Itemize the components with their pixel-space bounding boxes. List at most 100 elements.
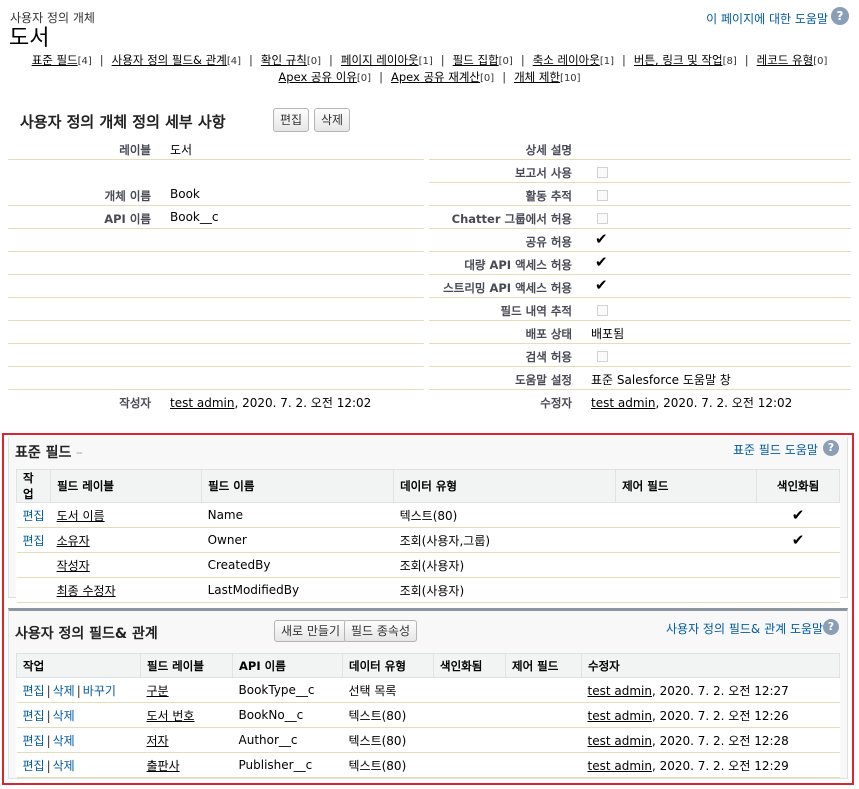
control-field-cell (615, 577, 757, 603)
quick-link-count: [1] (418, 56, 433, 67)
field-label-link[interactable]: 구분 (147, 684, 169, 698)
field-label-link[interactable]: 출판사 (147, 759, 180, 773)
field-label-cell: 구분 (140, 677, 233, 703)
col-indexed: 색인화됨 (756, 469, 840, 503)
edit-link[interactable]: 편집 (23, 684, 45, 698)
delete-link[interactable]: 삭제 (53, 684, 75, 698)
edit-link[interactable]: 편집 (23, 534, 45, 548)
edit-link[interactable]: 편집 (23, 759, 45, 773)
field-label-cell: 소유자 (50, 527, 202, 553)
quick-link-count: [8] (722, 56, 737, 67)
modified-by-user-link[interactable]: test admin (588, 709, 652, 723)
modified-by-value: test admin, 2020. 7. 2. 오전 12:02 (591, 394, 792, 411)
quick-link-count: [1] (599, 56, 615, 67)
table-row: 편집 | 삭제 도서 번호 BookNo__c 텍스트(80) test admin, 20… (16, 702, 840, 728)
quick-link[interactable]: 사용자 정의 필드& 관계 (112, 53, 227, 67)
field-label-cell: 도서 이름 (50, 502, 202, 528)
bulk-api-check-icon: ✔ (595, 253, 608, 271)
api-name-cell: Publisher__c (232, 752, 343, 778)
replace-link[interactable]: 바꾸기 (83, 684, 116, 698)
field-label-link[interactable]: 최종 수정자 (57, 584, 116, 598)
field-history-checkbox (597, 305, 608, 316)
table-row: 편집 | 삭제 출판사 Publisher__c 텍스트(80) test admin, 2… (16, 752, 840, 778)
data-type-cell: 텍스트(80) (342, 727, 434, 753)
field-label-link[interactable]: 소유자 (57, 534, 90, 548)
action-cell: 편집 (16, 527, 51, 553)
custom-fields-title: 사용자 정의 필드& 관계 (15, 626, 158, 642)
edit-link[interactable]: 편집 (23, 509, 45, 523)
modified-by-user-link[interactable]: test admin (588, 759, 652, 773)
edit-link[interactable]: 편집 (23, 734, 45, 748)
modified-by-user-link[interactable]: test admin (588, 684, 652, 698)
quick-link[interactable]: 확인 규칙 (261, 53, 307, 67)
modified-date: , 2020. 7. 2. 오전 12:27 (651, 683, 789, 698)
field-dependencies-button[interactable]: 필드 종속성 (344, 620, 418, 642)
modified-by-user-link[interactable]: test admin (588, 734, 652, 748)
col-indexed: 색인화됨 (433, 653, 506, 678)
quick-link[interactable]: 페이지 레이아웃 (341, 53, 419, 67)
control-field-cell (505, 752, 582, 778)
action-cell: 편집 (16, 502, 51, 528)
field-label-link[interactable]: 도서 이름 (57, 509, 105, 523)
custom-fields-help-link[interactable]: 사용자 정의 필드& 관계 도움말 (666, 620, 823, 637)
quick-link-count: [4] (226, 56, 241, 67)
quick-link[interactable]: 축소 레이아웃 (533, 53, 600, 67)
field-label-link[interactable]: 도서 번호 (147, 709, 195, 723)
indexed-cell (433, 702, 506, 728)
col-data-type: 데이터 유형 (342, 653, 434, 678)
created-by-user-link[interactable]: test admin (170, 396, 234, 410)
quick-link[interactable]: 레코드 유형 (757, 53, 814, 67)
delete-link[interactable]: 삭제 (53, 709, 75, 723)
quick-link[interactable]: Apex 공유 재계산 (391, 70, 480, 84)
new-field-button[interactable]: 새로 만들기 (274, 620, 348, 642)
field-label-cell: 도서 번호 (140, 702, 233, 728)
field-label-link[interactable]: 작성자 (57, 559, 90, 573)
quick-link[interactable]: Apex 공유 이유 (278, 70, 356, 84)
modified-by-cell: test admin, 2020. 7. 2. 오전 12:27 (581, 677, 840, 703)
col-field-label: 필드 레이블 (50, 469, 203, 503)
quick-link[interactable]: 필드 집합 (453, 53, 499, 67)
data-type-cell: 선택 목록 (342, 677, 434, 703)
col-action: 작업 (15, 469, 52, 503)
edit-button[interactable]: 편집 (273, 108, 310, 132)
action-separator: | (76, 683, 81, 698)
quick-link[interactable]: 버튼, 링크 및 작업 (634, 53, 723, 67)
action-cell (16, 577, 51, 603)
object-name-label: 개체 이름 (104, 189, 151, 203)
created-by-value: test admin, 2020. 7. 2. 오전 12:02 (170, 394, 371, 411)
quick-link-separator: | (440, 53, 445, 67)
col-action: 작업 (16, 653, 141, 678)
quick-links-row-2: Apex 공유 이유[0] | Apex 공유 재계산[0] | 개체 제한[10] (0, 69, 859, 87)
modified-by-cell: test admin, 2020. 7. 2. 오전 12:28 (581, 727, 840, 753)
delete-link[interactable]: 삭제 (53, 734, 75, 748)
modified-by-cell: test admin, 2020. 7. 2. 오전 12:29 (581, 752, 840, 778)
deploy-status-value: 배포됨 (591, 327, 625, 341)
action-separator: | (46, 758, 51, 773)
object-name-value: Book (170, 187, 200, 201)
modified-by-user-link[interactable]: test admin (591, 396, 655, 410)
delete-link[interactable]: 삭제 (53, 759, 75, 773)
col-modified-by: 수정자 (581, 653, 840, 678)
page-help-link[interactable]: 이 페이지에 대한 도움말 (706, 10, 828, 27)
help-question-icon[interactable]: ? (831, 7, 849, 25)
indexed-cell: ✔ (756, 502, 840, 528)
quick-link[interactable]: 개체 제한 (514, 70, 560, 84)
table-row: 작성자 CreatedBy 조회(사용자) (16, 552, 840, 578)
delete-button[interactable]: 삭제 (314, 108, 351, 132)
quick-link[interactable]: 표준 필드 (32, 53, 78, 67)
help-setting-label: 도움말 설정 (515, 373, 572, 387)
action-cell (16, 552, 51, 578)
field-label-link[interactable]: 저자 (147, 734, 169, 748)
edit-link[interactable]: 편집 (23, 709, 45, 723)
standard-fields-help-icon[interactable]: ? (823, 440, 839, 456)
control-field-cell (505, 702, 582, 728)
action-cell: 편집 | 삭제 (16, 752, 141, 778)
indexed-cell (756, 577, 840, 603)
sharing-check-icon: ✔ (595, 230, 608, 248)
field-name-cell: LastModifiedBy (201, 577, 394, 603)
quick-link-count: [0] (306, 56, 322, 67)
custom-fields-help-icon[interactable]: ? (823, 619, 839, 635)
standard-fields-help-link[interactable]: 표준 필드 도움말 (733, 441, 818, 458)
search-checkbox (597, 351, 608, 362)
quick-link-count: [10] (560, 73, 581, 84)
